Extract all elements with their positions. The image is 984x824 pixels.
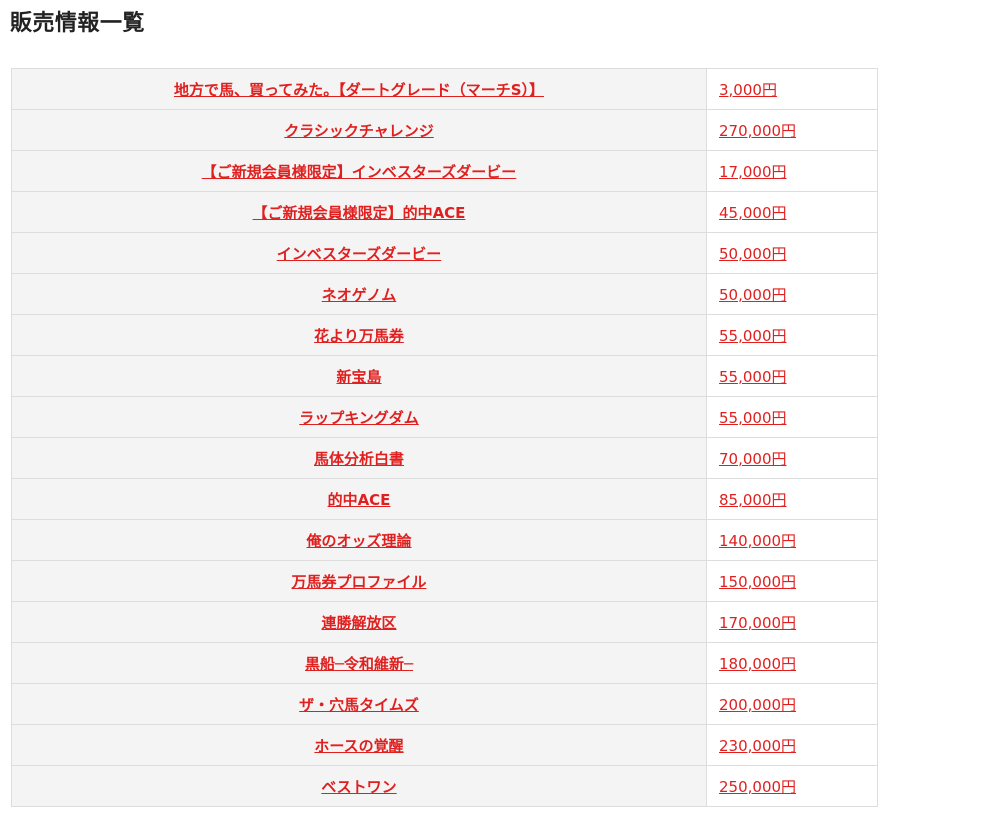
price-link[interactable]: 50,000円: [719, 286, 787, 304]
product-name-link[interactable]: 新宝島: [336, 368, 381, 386]
product-name-link[interactable]: 地方で馬、買ってみた。【ダートグレード（マーチS）】: [174, 81, 544, 99]
table-row: ホースの覚醒 230,000円: [11, 724, 878, 766]
price-link[interactable]: 170,000円: [719, 614, 796, 632]
product-name-link[interactable]: 黒船─令和維新─: [305, 655, 413, 673]
product-name-cell: 地方で馬、買ってみた。【ダートグレード（マーチS）】: [11, 68, 707, 110]
product-name-link[interactable]: 【ご新規会員様限定】インベスターズダービー: [202, 163, 517, 181]
price-cell: 150,000円: [706, 560, 878, 602]
product-name-link[interactable]: 俺のオッズ理論: [306, 532, 411, 550]
product-name-cell: 馬体分析白書: [11, 437, 707, 479]
product-name-cell: 連勝解放区: [11, 601, 707, 643]
price-link[interactable]: 17,000円: [719, 163, 787, 181]
product-name-cell: ラップキングダム: [11, 396, 707, 438]
table-row: 【ご新規会員様限定】的中ACE 45,000円: [11, 191, 878, 233]
table-row: インベスターズダービー 50,000円: [11, 232, 878, 274]
price-link[interactable]: 270,000円: [719, 122, 796, 140]
product-name-cell: 黒船─令和維新─: [11, 642, 707, 684]
sales-table-body: 地方で馬、買ってみた。【ダートグレード（マーチS）】 3,000円クラシックチャレ…: [11, 68, 878, 807]
price-link[interactable]: 3,000円: [719, 81, 777, 99]
price-link[interactable]: 55,000円: [719, 327, 787, 345]
product-name-cell: クラシックチャレンジ: [11, 109, 707, 151]
product-name-cell: 【ご新規会員様限定】インベスターズダービー: [11, 150, 707, 192]
product-name-cell: 的中ACE: [11, 478, 707, 520]
price-link[interactable]: 140,000円: [719, 532, 796, 550]
product-name-link[interactable]: ザ・穴馬タイムズ: [299, 696, 419, 714]
product-name-cell: 万馬券プロファイル: [11, 560, 707, 602]
price-link[interactable]: 70,000円: [719, 450, 787, 468]
price-cell: 70,000円: [706, 437, 878, 479]
product-name-link[interactable]: インベスターズダービー: [277, 245, 442, 263]
page-title: 販売情報一覧: [10, 11, 146, 36]
table-row: 的中ACE 85,000円: [11, 478, 878, 520]
product-name-link[interactable]: 連勝解放区: [321, 614, 396, 632]
price-cell: 3,000円: [706, 68, 878, 110]
price-cell: 45,000円: [706, 191, 878, 233]
table-row: ベストワン 250,000円: [11, 765, 878, 807]
table-row: 万馬券プロファイル 150,000円: [11, 560, 878, 602]
table-row: 花より万馬券 55,000円: [11, 314, 878, 356]
product-name-link[interactable]: ベストワン: [321, 778, 396, 796]
product-name-link[interactable]: 花より万馬券: [314, 327, 404, 345]
table-row: 俺のオッズ理論 140,000円: [11, 519, 878, 561]
price-link[interactable]: 150,000円: [719, 573, 796, 591]
price-link[interactable]: 230,000円: [719, 737, 796, 755]
price-cell: 17,000円: [706, 150, 878, 192]
product-name-cell: ザ・穴馬タイムズ: [11, 683, 707, 725]
product-name-cell: ホースの覚醒: [11, 724, 707, 766]
price-link[interactable]: 180,000円: [719, 655, 796, 673]
product-name-cell: 俺のオッズ理論: [11, 519, 707, 561]
price-cell: 140,000円: [706, 519, 878, 561]
table-row: 連勝解放区 170,000円: [11, 601, 878, 643]
price-cell: 50,000円: [706, 273, 878, 315]
price-cell: 170,000円: [706, 601, 878, 643]
product-name-link[interactable]: 的中ACE: [328, 491, 391, 509]
price-cell: 55,000円: [706, 314, 878, 356]
price-link[interactable]: 250,000円: [719, 778, 796, 796]
price-cell: 230,000円: [706, 724, 878, 766]
price-cell: 50,000円: [706, 232, 878, 274]
price-cell: 270,000円: [706, 109, 878, 151]
table-row: ザ・穴馬タイムズ 200,000円: [11, 683, 878, 725]
product-name-cell: 新宝島: [11, 355, 707, 397]
table-row: ラップキングダム 55,000円: [11, 396, 878, 438]
price-link[interactable]: 85,000円: [719, 491, 787, 509]
price-link[interactable]: 55,000円: [719, 368, 787, 386]
price-cell: 200,000円: [706, 683, 878, 725]
table-row: ネオゲノム 50,000円: [11, 273, 878, 315]
product-name-cell: ベストワン: [11, 765, 707, 807]
table-row: 新宝島 55,000円: [11, 355, 878, 397]
product-name-link[interactable]: ネオゲノム: [322, 286, 397, 304]
product-name-link[interactable]: 【ご新規会員様限定】的中ACE: [253, 204, 466, 222]
price-cell: 85,000円: [706, 478, 878, 520]
price-cell: 55,000円: [706, 396, 878, 438]
price-link[interactable]: 55,000円: [719, 409, 787, 427]
product-name-cell: 【ご新規会員様限定】的中ACE: [11, 191, 707, 233]
product-name-link[interactable]: クラシックチャレンジ: [284, 122, 434, 140]
price-link[interactable]: 45,000円: [719, 204, 787, 222]
product-name-link[interactable]: 馬体分析白書: [314, 450, 404, 468]
price-cell: 55,000円: [706, 355, 878, 397]
product-name-link[interactable]: ラップキングダム: [299, 409, 419, 427]
table-row: 馬体分析白書 70,000円: [11, 437, 878, 479]
product-name-cell: インベスターズダービー: [11, 232, 707, 274]
table-row: 地方で馬、買ってみた。【ダートグレード（マーチS）】 3,000円: [11, 68, 878, 110]
table-row: 黒船─令和維新─ 180,000円: [11, 642, 878, 684]
table-row: 【ご新規会員様限定】インベスターズダービー 17,000円: [11, 150, 878, 192]
price-link[interactable]: 50,000円: [719, 245, 787, 263]
table-row: クラシックチャレンジ 270,000円: [11, 109, 878, 151]
price-link[interactable]: 200,000円: [719, 696, 796, 714]
product-name-cell: ネオゲノム: [11, 273, 707, 315]
sales-table: 地方で馬、買ってみた。【ダートグレード（マーチS）】 3,000円クラシックチャレ…: [11, 68, 878, 807]
product-name-link[interactable]: ホースの覚醒: [314, 737, 403, 755]
product-name-link[interactable]: 万馬券プロファイル: [291, 573, 426, 591]
product-name-cell: 花より万馬券: [11, 314, 707, 356]
price-cell: 250,000円: [706, 765, 878, 807]
price-cell: 180,000円: [706, 642, 878, 684]
